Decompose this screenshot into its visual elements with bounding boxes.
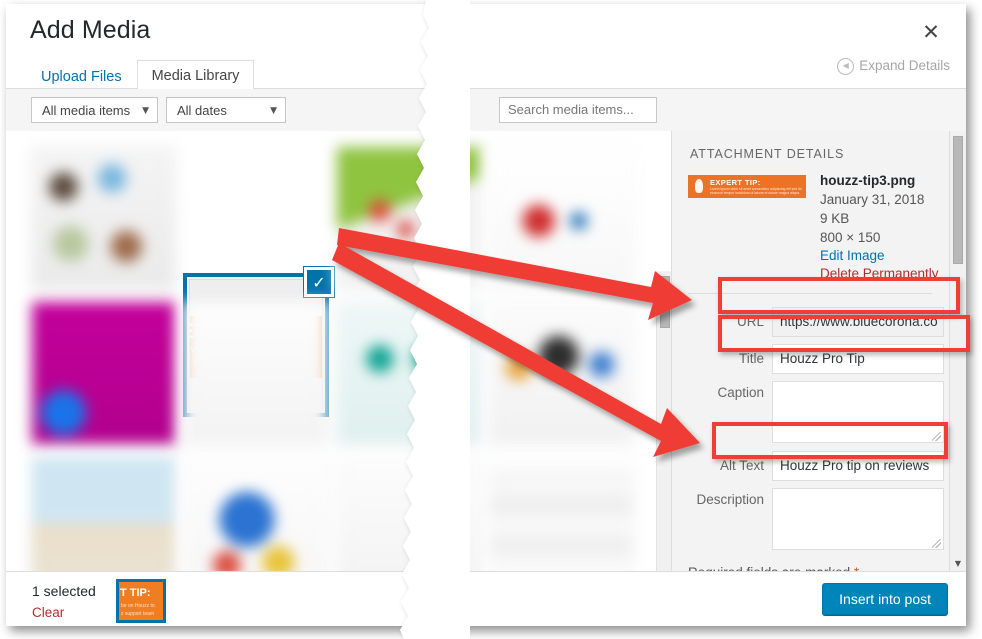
attachment-thumbnail[interactable]: EXPERT TIP: Lorem ipsum dolor sit amet c… — [688, 175, 806, 198]
list-item[interactable] — [489, 146, 634, 290]
description-textarea[interactable] — [772, 488, 944, 550]
edit-image-link[interactable]: Edit Image — [820, 248, 885, 263]
footer-thumb-line1: be on Houzz to — [121, 603, 155, 609]
scrollbar-thumb[interactable] — [953, 136, 963, 264]
check-icon[interactable]: ✓ — [304, 267, 334, 297]
list-item[interactable] — [183, 456, 328, 572]
url-input[interactable]: https://www.bluecorona.co — [772, 307, 944, 337]
attachment-dimensions: 800 × 150 — [820, 230, 881, 245]
footer-thumb-title: T TIP: — [120, 587, 151, 599]
attachment-date: January 31, 2018 — [820, 192, 925, 207]
lightbulb-icon — [695, 179, 703, 193]
list-item[interactable] — [31, 456, 176, 572]
page-title: Add Media — [30, 16, 151, 44]
list-item[interactable] — [336, 301, 481, 445]
chevron-down-icon: ▼ — [270, 106, 277, 116]
attachment-details-heading: ATTACHMENT DETAILS — [690, 147, 845, 161]
alt-text-label: Alt Text — [719, 458, 764, 473]
attachment-details-panel: ATTACHMENT DETAILS EXPERT TIP: Lorem ips… — [671, 131, 966, 572]
modal-footer: 1 selected Clear T TIP: be on Houzz to z… — [6, 571, 966, 626]
filter-media-type-select[interactable]: All media items ▼ — [31, 97, 158, 123]
list-item[interactable] — [31, 301, 176, 445]
caption-label: Caption — [717, 385, 764, 400]
attachment-filename: houzz-tip3.png — [820, 173, 916, 188]
media-toolbar: All media items ▼ All dates ▼ Search med… — [6, 89, 966, 132]
footer-selected-thumbnail[interactable]: T TIP: be on Houzz to z support team — [116, 579, 166, 623]
attachment-thumb-body: Lorem ipsum dolor sit amet consectetur a… — [710, 187, 802, 196]
close-icon[interactable]: ✕ — [916, 17, 946, 47]
resize-grip-icon[interactable] — [932, 432, 941, 441]
search-input[interactable]: Search media items... — [499, 97, 657, 123]
details-scrollbar[interactable]: ▲ ▼ — [949, 131, 966, 572]
title-input[interactable]: Houzz Pro Tip — [772, 344, 944, 374]
selected-count-label: 1 selected — [32, 583, 96, 599]
filter-date-value: All dates — [177, 103, 227, 118]
title-label: Title — [738, 351, 764, 366]
media-grid-scrollbar[interactable]: ▲ ▼ — [656, 271, 672, 572]
list-item[interactable] — [336, 456, 481, 572]
clear-selection-link[interactable]: Clear — [32, 605, 64, 620]
filter-date-select[interactable]: All dates ▼ — [166, 97, 286, 123]
resize-grip-icon[interactable] — [932, 539, 941, 548]
media-grid: ERT TIP: have to be on Houzz to leave y … — [6, 131, 672, 572]
attachment-filesize: 9 KB — [820, 211, 850, 226]
alt-text-input[interactable]: Houzz Pro tip on reviews — [772, 451, 944, 481]
expand-details-label: Expand Details — [859, 58, 950, 74]
expand-details-button[interactable]: ◀ Expand Details — [837, 58, 950, 75]
attachment-thumb-title: EXPERT TIP: — [710, 178, 761, 187]
list-item[interactable] — [489, 456, 634, 572]
delete-permanently-link[interactable]: Delete Permanently — [820, 266, 939, 281]
list-item[interactable] — [336, 146, 481, 290]
search-placeholder: Search media items... — [508, 102, 634, 117]
caption-textarea[interactable] — [772, 381, 944, 443]
modal-tabs: Upload Files Media Library — [26, 59, 255, 93]
chevron-down-icon: ▼ — [142, 106, 149, 116]
triangle-down-icon[interactable]: ▼ — [950, 555, 966, 572]
modal-header: Add Media ✕ ◀ Expand Details Upload Files… — [6, 4, 966, 93]
list-item[interactable] — [31, 146, 176, 290]
description-label: Description — [696, 492, 764, 507]
list-item[interactable] — [489, 301, 634, 445]
scrollbar-thumb[interactable] — [660, 276, 670, 328]
add-media-modal: Add Media ✕ ◀ Expand Details Upload Files… — [6, 4, 966, 626]
circle-left-arrow-icon: ◀ — [837, 58, 855, 75]
insert-into-post-button[interactable]: Insert into post — [822, 583, 948, 615]
list-item[interactable] — [183, 301, 328, 445]
divider — [688, 293, 932, 294]
footer-thumb-line2: z support team — [121, 611, 155, 617]
url-label: URL — [736, 314, 764, 329]
filter-media-type-value: All media items — [42, 103, 131, 118]
